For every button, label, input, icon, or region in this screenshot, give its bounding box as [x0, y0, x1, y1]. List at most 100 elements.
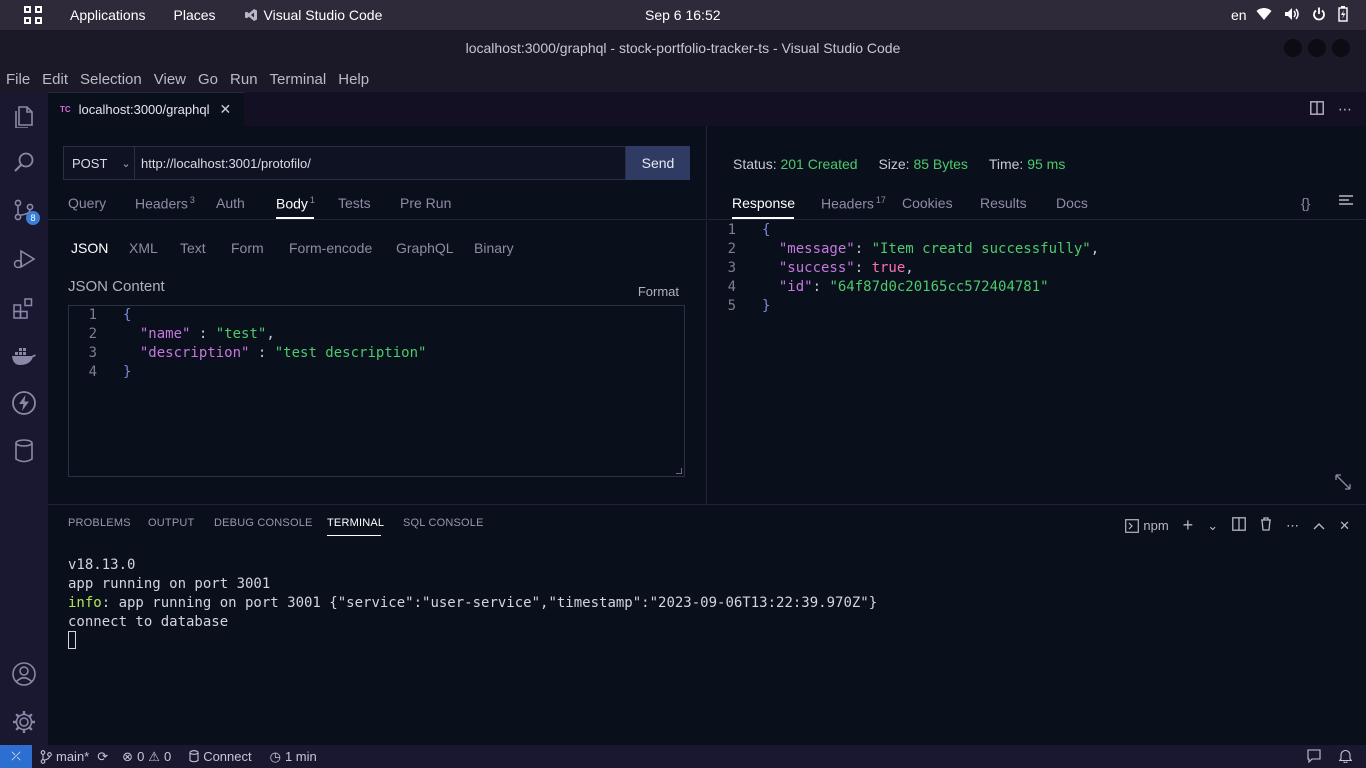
menu-view[interactable]: View — [148, 71, 192, 88]
braces-icon[interactable]: {} — [1301, 195, 1310, 211]
editor-tab[interactable]: TC localhost:3000/graphql ✕ — [48, 92, 244, 126]
menu-file[interactable]: File — [0, 71, 36, 88]
settings-gear-icon[interactable] — [11, 709, 37, 735]
expand-icon[interactable] — [1334, 473, 1352, 496]
search-icon[interactable] — [11, 149, 37, 175]
terminal-selector[interactable]: npm — [1125, 518, 1169, 533]
json-body-editor[interactable]: 1{ 2 "name" : "test", 3 "description" : … — [68, 305, 685, 477]
chevron-down-icon[interactable]: ⌄ — [1207, 518, 1218, 534]
terminal-cursor[interactable] — [68, 631, 76, 649]
warning-icon: ⚠ — [148, 748, 160, 764]
request-panel: POST ⌄ http://localhost:3001/protofilo/ … — [48, 126, 707, 504]
body-tab-json[interactable]: JSON — [71, 240, 108, 256]
history-icon: ◷ — [269, 748, 281, 764]
branch-indicator[interactable]: main* ⟳ — [40, 749, 108, 765]
menu-edit[interactable]: Edit — [36, 71, 74, 88]
code-line: 2 "name" : "test", — [88, 326, 275, 342]
trash-icon[interactable] — [1260, 517, 1272, 534]
docker-icon[interactable] — [11, 343, 37, 369]
maximize-panel-icon[interactable] — [1313, 518, 1325, 533]
time-tracker[interactable]: ◷ 1 min — [270, 749, 317, 765]
format-button[interactable]: Format — [638, 284, 679, 299]
terminal-line: connect to database — [68, 614, 229, 630]
explorer-icon[interactable] — [11, 103, 37, 129]
problems-indicator[interactable]: ⊗ 0 ⚠ 0 — [122, 749, 171, 765]
more-actions-icon[interactable]: ⋯ — [1338, 101, 1352, 118]
body-tab-form[interactable]: Form — [231, 240, 264, 256]
database-icon[interactable] — [11, 438, 37, 464]
tab-headers[interactable]: Headers 3 — [135, 195, 195, 212]
active-tab-underline — [276, 217, 314, 219]
thunder-client-icon[interactable] — [11, 390, 37, 416]
body-tab-text[interactable]: Text — [180, 240, 206, 256]
app-grid-icon[interactable] — [24, 6, 42, 24]
maximize-button[interactable] — [1308, 39, 1326, 57]
resize-handle[interactable] — [676, 468, 682, 474]
body-tab-form-encode[interactable]: Form-encode — [289, 240, 372, 256]
extensions-icon[interactable] — [11, 295, 37, 321]
bottom-panel: PROBLEMS OUTPUT DEBUG CONSOLE TERMINAL S… — [48, 504, 1366, 745]
tab-response-headers[interactable]: Headers 17 — [821, 195, 886, 212]
remote-indicator-icon[interactable]: ⤫ — [0, 745, 32, 768]
tab-response[interactable]: Response — [732, 195, 795, 211]
new-terminal-icon[interactable]: + — [1183, 515, 1194, 536]
applications-menu[interactable]: Applications — [70, 7, 146, 23]
language-indicator[interactable]: en — [1231, 7, 1247, 23]
panel-tab-debug-console[interactable]: DEBUG CONSOLE — [214, 517, 313, 529]
panel-tab-problems[interactable]: PROBLEMS — [68, 517, 131, 529]
accounts-icon[interactable] — [11, 661, 37, 687]
tab-cookies[interactable]: Cookies — [902, 195, 953, 211]
more-actions-icon[interactable]: ⋯ — [1286, 518, 1299, 534]
send-button[interactable]: Send — [626, 146, 690, 180]
tab-docs[interactable]: Docs — [1056, 195, 1088, 211]
tab-query[interactable]: Query — [68, 195, 106, 211]
body-tab-binary[interactable]: Binary — [474, 240, 514, 256]
panel-tab-output[interactable]: OUTPUT — [148, 517, 194, 529]
close-tab-icon[interactable]: ✕ — [220, 101, 232, 118]
menu-run[interactable]: Run — [224, 71, 264, 88]
system-tray[interactable] — [1256, 6, 1348, 22]
tab-auth[interactable]: Auth — [216, 195, 245, 211]
source-control-badge: 8 — [26, 211, 40, 225]
places-menu[interactable]: Places — [174, 7, 216, 23]
request-tabs: Query Headers 3 Auth Body 1 Tests Pre Run — [48, 192, 707, 220]
tab-tests[interactable]: Tests — [338, 195, 371, 211]
menu-go[interactable]: Go — [192, 71, 224, 88]
clock[interactable]: Sep 6 16:52 — [645, 7, 721, 23]
tab-results[interactable]: Results — [980, 195, 1027, 211]
run-debug-icon[interactable] — [11, 246, 37, 272]
tab-pre-run[interactable]: Pre Run — [400, 195, 451, 211]
active-app-menu[interactable]: Visual Studio Code — [244, 7, 382, 23]
tab-headers-label: Headers — [135, 195, 188, 212]
terminal-shell-label: npm — [1143, 518, 1169, 533]
menu-selection[interactable]: Selection — [74, 71, 148, 88]
method-select[interactable]: POST ⌄ — [63, 146, 135, 180]
url-input[interactable]: http://localhost:3001/protofilo/ — [135, 146, 626, 180]
code-line: 3 "description" : "test description" — [88, 345, 427, 361]
db-connect-button[interactable]: Connect — [189, 749, 252, 764]
menu-terminal[interactable]: Terminal — [264, 71, 333, 88]
close-panel-icon[interactable]: ✕ — [1339, 518, 1350, 534]
panel-tab-terminal[interactable]: TERMINAL — [327, 517, 384, 529]
window-titlebar: localhost:3000/graphql - stock-portfolio… — [0, 30, 1366, 66]
tab-body[interactable]: Body 1 — [276, 195, 315, 212]
notifications-bell-icon[interactable] — [1338, 749, 1353, 766]
feedback-icon[interactable] — [1307, 749, 1321, 766]
active-tab-underline — [732, 217, 794, 219]
menu-lines-icon[interactable] — [1338, 193, 1354, 210]
warning-count: 0 — [163, 749, 172, 764]
panel-actions: npm + ⌄ ⋯ ✕ — [1125, 515, 1350, 536]
tab-response-headers-count: 17 — [875, 195, 886, 205]
panel-tab-sql-console[interactable]: SQL CONSOLE — [403, 517, 484, 529]
split-terminal-icon[interactable] — [1232, 517, 1246, 534]
minimize-button[interactable] — [1284, 39, 1302, 57]
body-tab-xml[interactable]: XML — [129, 240, 158, 256]
split-editor-icon[interactable] — [1310, 101, 1324, 118]
body-tab-graphql[interactable]: GraphQL — [396, 240, 454, 256]
menu-help[interactable]: Help — [332, 71, 375, 88]
terminal-icon — [1125, 518, 1140, 533]
thunder-client-tab-icon: TC — [60, 105, 71, 114]
code-line: 4} — [88, 364, 132, 380]
terminal-line: info: app running on port 3001 {"service… — [68, 595, 877, 611]
close-window-button[interactable] — [1332, 39, 1350, 57]
